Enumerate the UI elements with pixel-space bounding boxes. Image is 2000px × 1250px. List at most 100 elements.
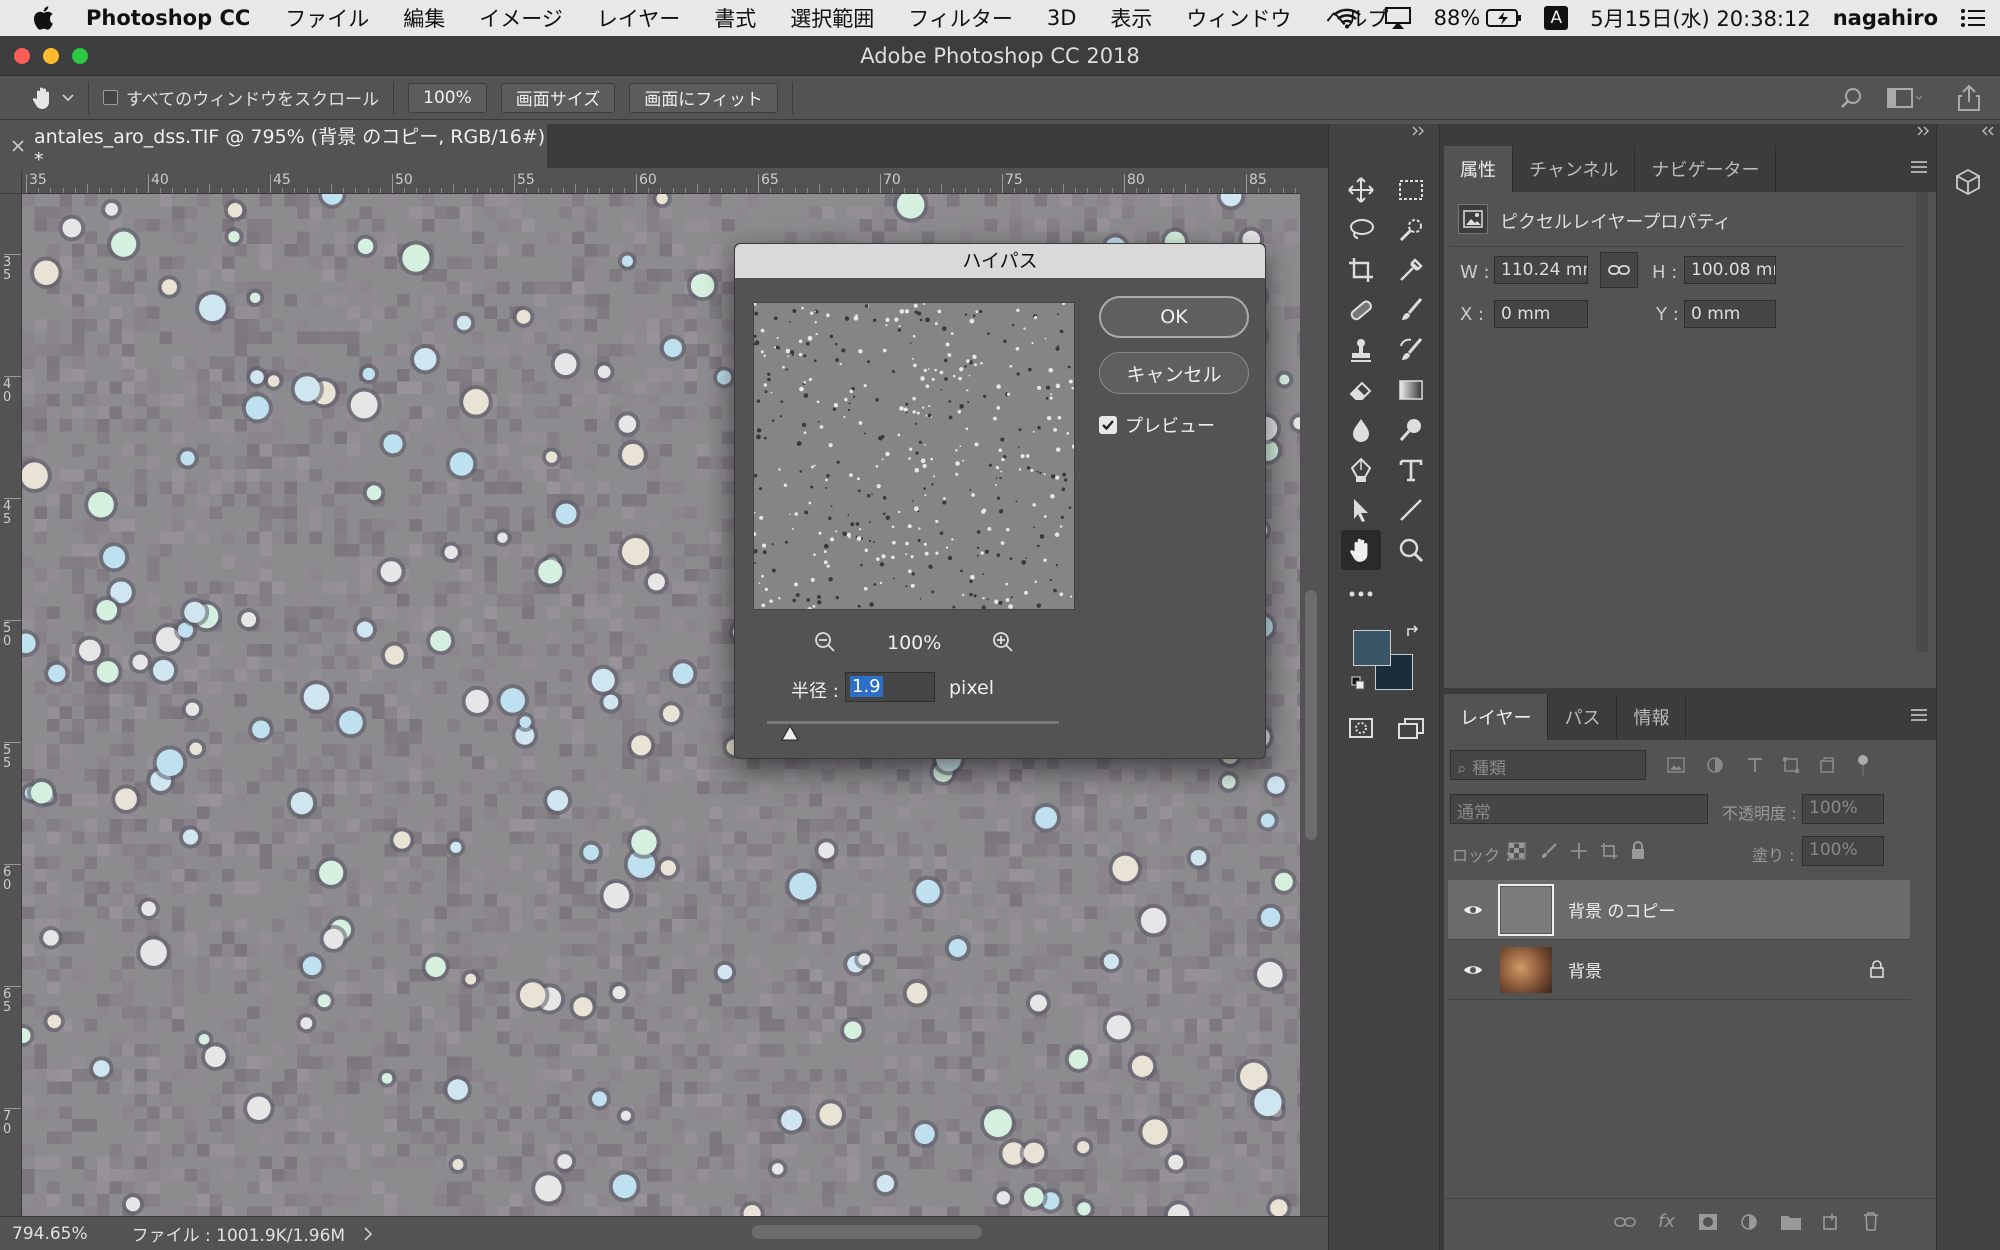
radius-slider-track[interactable]: [767, 721, 1059, 724]
zoom-in-icon[interactable]: [991, 630, 1015, 654]
layer-name[interactable]: 背景: [1568, 957, 1602, 982]
share-icon[interactable]: [1956, 84, 1982, 112]
document-tab[interactable]: antales_aro_dss.TIF @ 795% (背景 のコピー, RGB…: [0, 124, 548, 171]
search-icon[interactable]: [1840, 86, 1864, 110]
delete-layer-icon[interactable]: [1862, 1211, 1880, 1231]
type-tool-icon[interactable]: [1391, 450, 1431, 490]
menu-type[interactable]: 書式: [714, 3, 756, 33]
app-menu-name[interactable]: Photoshop CC: [86, 6, 250, 30]
airplay-icon[interactable]: [1384, 6, 1412, 30]
filter-adjustment-icon[interactable]: [1706, 756, 1724, 774]
chevron-down-icon[interactable]: [62, 93, 74, 102]
x-field[interactable]: 0 mm: [1494, 300, 1588, 328]
eyedropper-tool-icon[interactable]: [1391, 250, 1431, 290]
chevron-right-icon[interactable]: [363, 1226, 373, 1241]
filter-smart-object-icon[interactable]: [1818, 756, 1836, 774]
height-field[interactable]: 100.08 mm: [1684, 256, 1776, 284]
new-layer-icon[interactable]: [1822, 1213, 1840, 1231]
filter-pixel-icon[interactable]: [1666, 756, 1686, 774]
eraser-tool-icon[interactable]: [1341, 370, 1381, 410]
ruler-origin[interactable]: [0, 170, 22, 194]
scroll-all-checkbox[interactable]: [103, 90, 118, 105]
width-field[interactable]: 110.24 mm: [1494, 256, 1588, 284]
collapse-arrows-icon[interactable]: [1411, 126, 1425, 136]
hand-tool-preset-icon[interactable]: [30, 85, 56, 111]
zoom-tool-icon[interactable]: [1391, 530, 1431, 570]
quick-mask-icon[interactable]: [1341, 708, 1381, 748]
add-mask-icon[interactable]: [1698, 1213, 1718, 1231]
zoom-100-button[interactable]: 100%: [408, 82, 487, 113]
history-brush-tool-icon[interactable]: [1391, 330, 1431, 370]
menu-select[interactable]: 選択範囲: [790, 3, 874, 33]
lock-artboard-icon[interactable]: [1600, 842, 1618, 860]
swap-colors-icon[interactable]: [1405, 624, 1421, 640]
preview-checkbox[interactable]: [1099, 416, 1117, 434]
default-colors-icon[interactable]: [1351, 676, 1365, 690]
menu-view[interactable]: 表示: [1110, 3, 1152, 33]
menu-3d[interactable]: 3D: [1047, 6, 1077, 30]
filter-shape-icon[interactable]: [1782, 756, 1800, 774]
tab-paths[interactable]: パス: [1548, 694, 1618, 740]
tab-channels[interactable]: チャンネル: [1513, 146, 1636, 192]
horizontal-scrollbar[interactable]: [752, 1225, 982, 1239]
3d-cube-icon[interactable]: [1951, 164, 1985, 200]
panel-menu-icon[interactable]: [1910, 160, 1928, 174]
tab-info[interactable]: 情報: [1617, 694, 1687, 740]
fit-screen-size-button[interactable]: 画面サイズ: [500, 82, 616, 113]
new-group-icon[interactable]: [1780, 1213, 1802, 1231]
pen-tool-icon[interactable]: [1341, 450, 1381, 490]
menu-window[interactable]: ウィンドウ: [1186, 3, 1291, 33]
healing-brush-tool-icon[interactable]: [1341, 290, 1381, 330]
tab-properties[interactable]: 属性: [1444, 146, 1513, 192]
filter-type-icon[interactable]: [1746, 756, 1764, 774]
gradient-tool-icon[interactable]: [1391, 370, 1431, 410]
layer-name[interactable]: 背景 のコピー: [1568, 897, 1675, 922]
move-tool-icon[interactable]: [1341, 170, 1381, 210]
layer-style-fx-icon[interactable]: fx: [1658, 1211, 1675, 1232]
line-tool-icon[interactable]: [1391, 490, 1431, 530]
apple-logo-icon[interactable]: [30, 3, 60, 33]
more-tools-icon[interactable]: [1341, 574, 1381, 614]
eye-visibility-icon[interactable]: [1458, 903, 1488, 917]
menu-image[interactable]: イメージ: [479, 3, 563, 33]
opacity-field[interactable]: 100%: [1802, 794, 1884, 824]
vertical-scrollbar[interactable]: [1305, 590, 1317, 840]
menu-file[interactable]: ファイル: [285, 3, 369, 33]
collapse-panels-icon[interactable]: [1916, 126, 1930, 136]
menu-filter[interactable]: フィルター: [908, 3, 1013, 33]
crop-tool-icon[interactable]: [1341, 250, 1381, 290]
notification-list-icon[interactable]: [1960, 8, 1986, 28]
layer-filter-dropdown[interactable]: ⌕ 種類: [1450, 750, 1646, 780]
preview-toggle[interactable]: プレビュー: [1099, 412, 1215, 438]
properties-scrollbar[interactable]: [1916, 192, 1928, 652]
menu-edit[interactable]: 編集: [403, 3, 445, 33]
lock-all-icon[interactable]: [1630, 840, 1646, 860]
close-tab-icon[interactable]: [12, 140, 24, 152]
filter-preview[interactable]: [753, 302, 1075, 610]
menu-layer[interactable]: レイヤー: [597, 3, 680, 33]
lasso-tool-icon[interactable]: [1341, 210, 1381, 250]
ok-button[interactable]: OK: [1099, 296, 1249, 338]
blend-mode-dropdown[interactable]: 通常: [1450, 794, 1708, 824]
radius-input[interactable]: 1.9: [845, 672, 935, 702]
filter-toggle-icon[interactable]: [1856, 754, 1870, 778]
lock-transparent-icon[interactable]: [1508, 842, 1526, 860]
layer-row[interactable]: 背景: [1448, 940, 1910, 1000]
tab-layers[interactable]: レイヤー: [1444, 694, 1549, 740]
layers-panel-menu-icon[interactable]: [1910, 708, 1928, 722]
eye-visibility-icon[interactable]: [1458, 963, 1488, 977]
fill-screen-button[interactable]: 画面にフィット: [629, 82, 778, 113]
blur-tool-icon[interactable]: [1341, 410, 1381, 450]
y-field[interactable]: 0 mm: [1684, 300, 1776, 328]
brush-tool-icon[interactable]: [1391, 290, 1431, 330]
battery-icon[interactable]: [1486, 8, 1522, 28]
fill-field[interactable]: 100%: [1802, 836, 1884, 866]
lock-position-icon[interactable]: [1570, 842, 1588, 860]
lock-pixels-icon[interactable]: [1540, 842, 1558, 860]
scroll-all-windows-option[interactable]: すべてのウィンドウをスクロール: [103, 85, 379, 110]
wifi-icon[interactable]: [1332, 7, 1362, 29]
cancel-button[interactable]: キャンセル: [1099, 352, 1249, 394]
link-dimensions-icon[interactable]: [1600, 252, 1638, 288]
link-layers-icon[interactable]: [1614, 1215, 1636, 1229]
expand-arrows-icon[interactable]: [1981, 126, 1995, 136]
